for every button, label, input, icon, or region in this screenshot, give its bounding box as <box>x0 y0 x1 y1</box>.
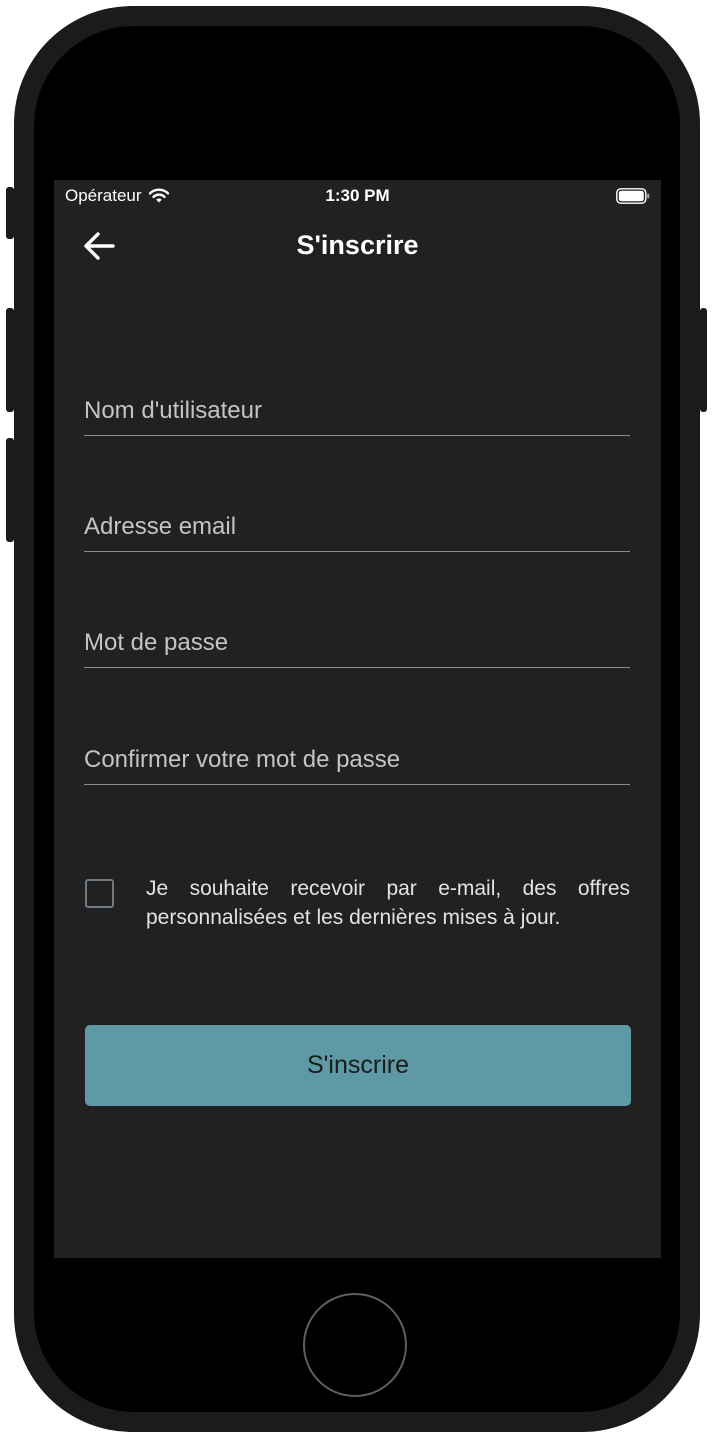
app-screen: Opérateur 1:30 PM S'inscrire Nom d'utili… <box>54 180 661 1258</box>
email-input[interactable] <box>84 513 630 541</box>
power-button[interactable] <box>700 308 707 412</box>
page-title: S'inscrire <box>296 230 419 260</box>
volume-down-button[interactable] <box>6 438 14 542</box>
username-input[interactable] <box>84 397 630 425</box>
status-time: 1:30 PM <box>325 186 390 205</box>
home-button[interactable] <box>303 1293 407 1397</box>
password-field <box>84 607 630 668</box>
battery-icon <box>616 188 650 204</box>
password-input[interactable] <box>84 629 630 657</box>
status-bar: Opérateur 1:30 PM <box>54 180 661 210</box>
newsletter-label: Je souhaite recevoir par e-mail, des off… <box>146 877 630 929</box>
navigation-bar: S'inscrire <box>54 220 661 272</box>
username-field <box>84 375 630 436</box>
newsletter-checkbox[interactable] <box>85 879 114 908</box>
signup-button[interactable]: S'inscrire <box>85 1025 631 1106</box>
newsletter-option: Je souhaite recevoir par e-mail, des off… <box>84 874 630 944</box>
confirm-password-input[interactable] <box>84 746 630 774</box>
volume-up-button[interactable] <box>6 308 14 412</box>
signup-button-label: S'inscrire <box>306 1051 409 1079</box>
confirm-password-field <box>84 724 630 785</box>
silent-switch[interactable] <box>6 187 14 239</box>
email-field <box>84 491 630 552</box>
